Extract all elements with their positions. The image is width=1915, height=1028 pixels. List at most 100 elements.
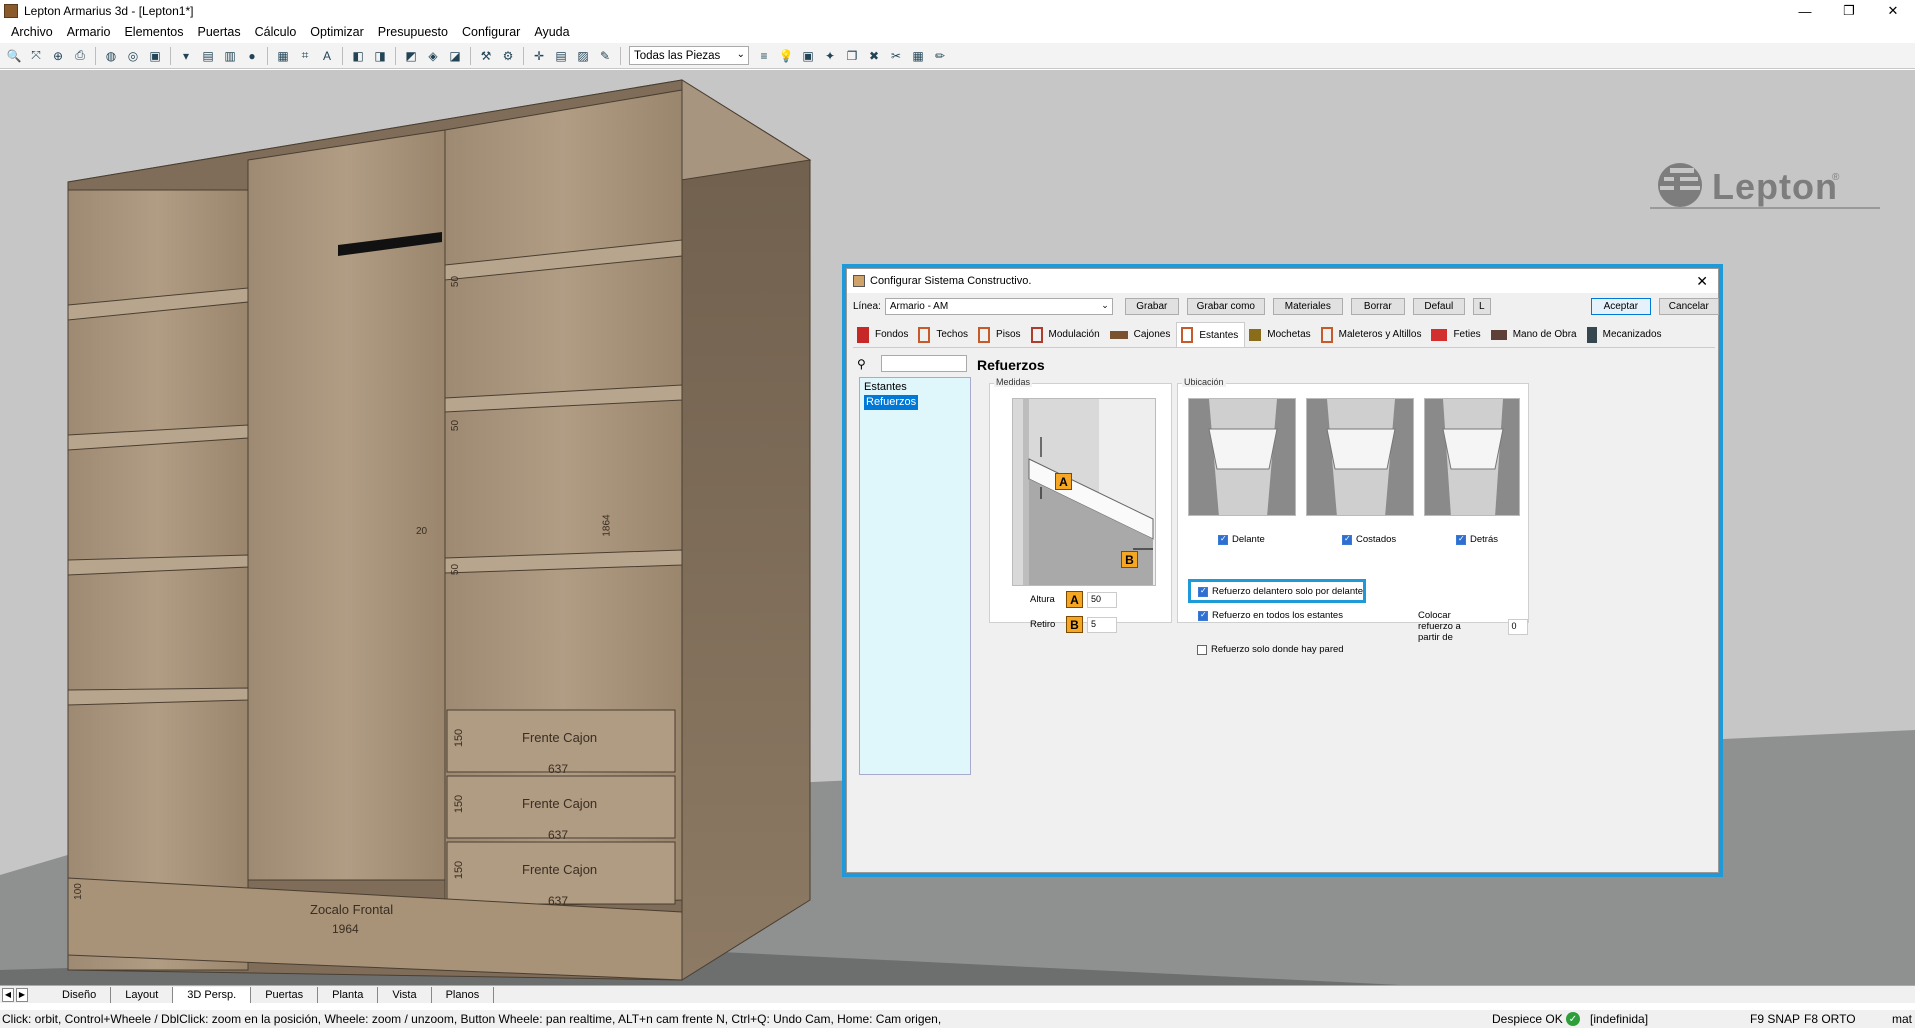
menu-elementos[interactable]: Elementos — [117, 25, 190, 39]
pencil-icon[interactable]: ✏ — [931, 47, 949, 65]
tab-feties[interactable]: Feties — [1427, 322, 1486, 347]
borrar-button[interactable]: Borrar — [1350, 298, 1405, 315]
view-iso-icon[interactable]: ◈ — [424, 47, 442, 65]
costados-checkbox-row[interactable]: Costados — [1342, 534, 1396, 545]
snap-status[interactable]: F9 SNAP — [1750, 1012, 1800, 1026]
delante-checkbox[interactable] — [1218, 534, 1228, 545]
print-icon[interactable]: ⎙ — [71, 47, 89, 65]
cube-front-icon[interactable]: ◧ — [349, 47, 367, 65]
grabar-button[interactable]: Grabar — [1124, 298, 1179, 315]
solo-delante-checkbox-row[interactable]: Refuerzo delantero solo por delante — [1198, 586, 1363, 597]
delante-checkbox-row[interactable]: Delante — [1218, 534, 1265, 545]
sheet-tab-puertas[interactable]: Puertas — [251, 986, 319, 1003]
maximize-button[interactable]: ❐ — [1827, 0, 1871, 22]
orbit-icon[interactable]: ◎ — [124, 47, 142, 65]
cube-top-icon[interactable]: ◨ — [371, 47, 389, 65]
tools-icon[interactable]: ⚒ — [477, 47, 495, 65]
menu-presupuesto[interactable]: Presupuesto — [371, 25, 455, 39]
pared-checkbox[interactable] — [1197, 644, 1207, 655]
text-icon[interactable]: A — [318, 47, 336, 65]
menu-armario[interactable]: Armario — [60, 25, 118, 39]
pieces-select[interactable]: Todas las Piezas ⌄ — [629, 46, 749, 65]
panel-icon[interactable]: ▤ — [199, 47, 217, 65]
sheet-tab-planta[interactable]: Planta — [318, 986, 379, 1003]
tab-maleteros[interactable]: Maleteros y Altillos — [1317, 322, 1428, 347]
image-icon[interactable]: ▨ — [574, 47, 592, 65]
grid-icon[interactable]: ▦ — [274, 47, 292, 65]
tab-estantes[interactable]: Estantes — [1176, 322, 1246, 347]
filter-icon[interactable]: ▾ — [177, 47, 195, 65]
photo-icon[interactable]: ▣ — [799, 47, 817, 65]
zoom-window-icon[interactable]: ⤧ — [27, 47, 45, 65]
list-icon[interactable]: ≡ — [755, 47, 773, 65]
aceptar-button[interactable]: Aceptar — [1590, 298, 1651, 315]
layers-icon[interactable]: ▦ — [909, 47, 927, 65]
sheet-tab-3d-persp[interactable]: 3D Persp. — [173, 986, 252, 1003]
prev-sheet-icon[interactable]: ◀ — [2, 987, 14, 1002]
zoom-in-icon[interactable]: ⊕ — [49, 47, 67, 65]
sheet-tab-diseno[interactable]: Diseño — [48, 986, 112, 1003]
menu-archivo[interactable]: Archivo — [4, 25, 60, 39]
tab-cajones[interactable]: Cajones — [1106, 322, 1177, 347]
estantes-icon — [1181, 327, 1194, 343]
sheet-tab-layout[interactable]: Layout — [111, 986, 174, 1003]
menu-optimizar[interactable]: Optimizar — [303, 25, 370, 39]
minimize-button[interactable]: — — [1783, 0, 1827, 22]
materiales-button[interactable]: Materiales — [1272, 298, 1343, 315]
pared-checkbox-row[interactable]: Refuerzo solo donde hay pared — [1197, 644, 1344, 655]
table-icon[interactable]: ▤ — [552, 47, 570, 65]
detras-checkbox-row[interactable]: Detrás — [1456, 534, 1498, 545]
tab-fondos[interactable]: Fondos — [853, 322, 914, 347]
settings-icon[interactable]: ⚙ — [499, 47, 517, 65]
l-button[interactable]: L — [1472, 298, 1491, 315]
bulb-icon[interactable]: 💡 — [777, 47, 795, 65]
dialog-close-icon[interactable]: ✕ — [1696, 273, 1708, 290]
next-sheet-icon[interactable]: ▶ — [16, 987, 28, 1002]
delete-icon[interactable]: ✖ — [865, 47, 883, 65]
zoom-icon[interactable]: 🔍 — [5, 47, 23, 65]
solo-delante-checkbox[interactable] — [1198, 586, 1208, 597]
crosshair-icon[interactable]: ✛ — [530, 47, 548, 65]
altura-input[interactable]: 50 — [1087, 591, 1117, 608]
view-right-icon[interactable]: ◪ — [446, 47, 464, 65]
menu-puertas[interactable]: Puertas — [191, 25, 248, 39]
status-hint: Click: orbit, Control+Wheele / DblClick:… — [2, 1012, 942, 1026]
colocar-input[interactable]: 0 — [1507, 618, 1528, 635]
grabar-como-button[interactable]: Grabar como — [1186, 298, 1265, 315]
cancelar-button[interactable]: Cancelar — [1658, 298, 1719, 315]
tree-item-refuerzos[interactable]: Refuerzos — [864, 395, 919, 410]
binoculars-icon[interactable]: ⚲ — [857, 357, 877, 371]
close-button[interactable]: ✕ — [1871, 0, 1915, 22]
panel-add-icon[interactable]: ▥ — [221, 47, 239, 65]
menu-configurar[interactable]: Configurar — [455, 25, 527, 39]
detras-checkbox[interactable] — [1456, 534, 1466, 545]
linea-select[interactable]: Armario - AM ⌄ — [884, 298, 1113, 315]
tab-mecanizados[interactable]: Mecanizados — [1583, 322, 1668, 347]
todos-checkbox-row[interactable]: Refuerzo en todos los estantes — [1198, 610, 1343, 621]
tree-item-estantes[interactable]: Estantes — [864, 380, 966, 395]
tab-pisos[interactable]: Pisos — [974, 322, 1026, 347]
globe-icon[interactable]: ◍ — [102, 47, 120, 65]
copy-icon[interactable]: ❐ — [843, 47, 861, 65]
search-input[interactable] — [881, 355, 967, 372]
view-left-icon[interactable]: ◩ — [402, 47, 420, 65]
tools2-icon[interactable]: ✂ — [887, 47, 905, 65]
orto-status[interactable]: F8 ORTO — [1804, 1012, 1856, 1026]
twitter-icon[interactable]: ✦ — [821, 47, 839, 65]
tab-mochetas[interactable]: Mochetas — [1245, 322, 1316, 347]
tab-techos[interactable]: Techos — [914, 322, 974, 347]
measure-icon[interactable]: ⌗ — [296, 47, 314, 65]
sheet-tab-vista[interactable]: Vista — [378, 986, 432, 1003]
paint-icon[interactable]: ✎ — [596, 47, 614, 65]
retiro-input[interactable]: 5 — [1087, 616, 1117, 633]
todos-checkbox[interactable] — [1198, 610, 1208, 621]
sheet-tab-planos[interactable]: Planos — [432, 986, 495, 1003]
tab-mano-de-obra[interactable]: Mano de Obra — [1487, 322, 1583, 347]
point-icon[interactable]: ● — [243, 47, 261, 65]
costados-checkbox[interactable] — [1342, 534, 1352, 545]
menu-calculo[interactable]: Cálculo — [248, 25, 304, 39]
menu-ayuda[interactable]: Ayuda — [527, 25, 576, 39]
default-button[interactable]: Defaul — [1412, 298, 1465, 315]
camera-icon[interactable]: ▣ — [146, 47, 164, 65]
tab-modulacion[interactable]: Modulación — [1027, 322, 1106, 347]
